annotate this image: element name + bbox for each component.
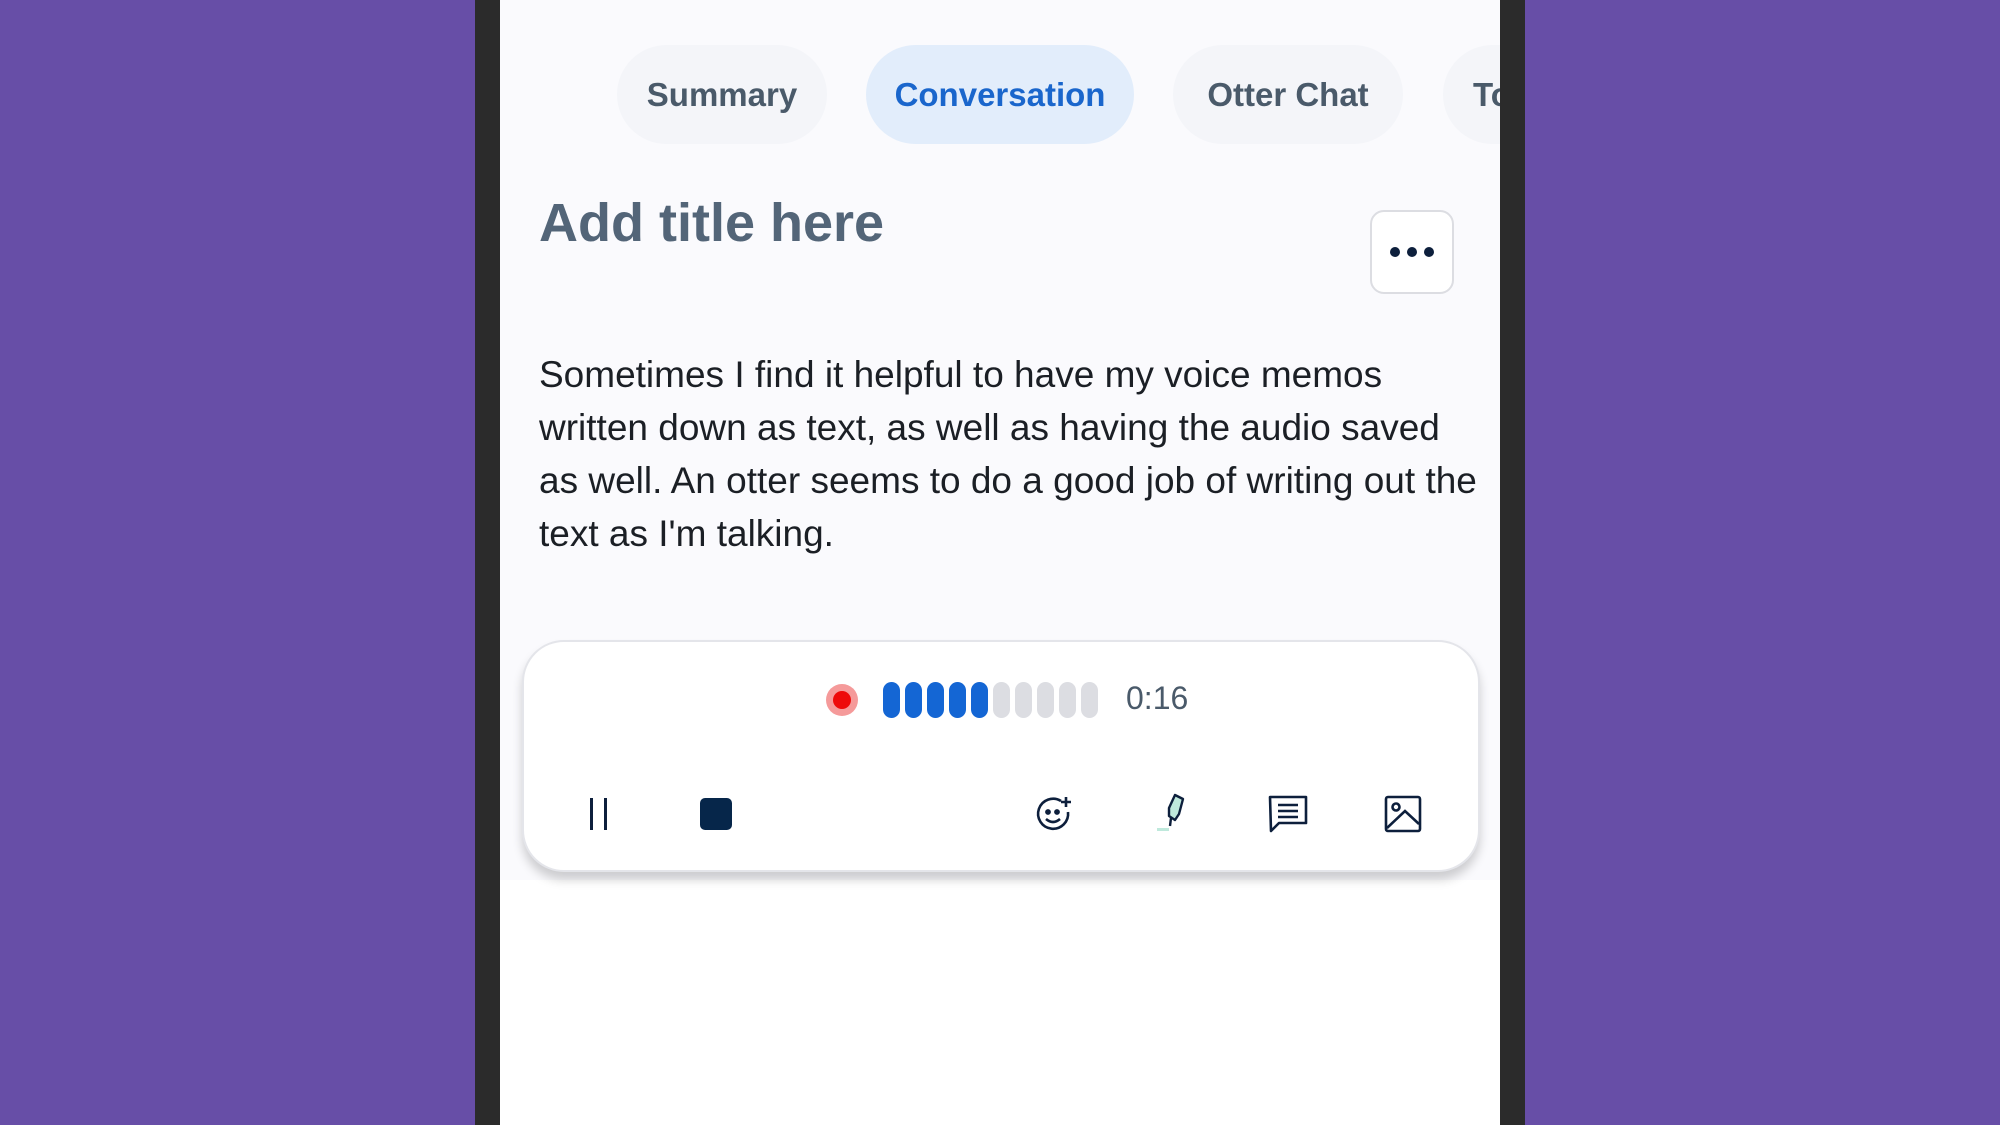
phone-screen: Summary Conversation Otter Chat To Add t… [500, 0, 1500, 1125]
tab-conversation[interactable]: Conversation [866, 45, 1134, 144]
level-bar-active [905, 682, 922, 718]
level-bar-inactive [993, 682, 1010, 718]
level-bar-inactive [1081, 682, 1098, 718]
tab-summary[interactable]: Summary [617, 45, 827, 144]
recording-indicator-icon [826, 684, 858, 716]
more-dot [1390, 247, 1400, 257]
more-dot [1407, 247, 1417, 257]
audio-level-meter [883, 682, 1098, 718]
transcript-text: Sometimes I find it helpful to have my v… [539, 354, 1477, 554]
level-bar-inactive [1037, 682, 1054, 718]
tab-otter-chat[interactable]: Otter Chat [1173, 45, 1403, 144]
stop-icon[interactable] [694, 792, 738, 836]
level-bar-active [971, 682, 988, 718]
more-dot [1424, 247, 1434, 257]
pause-icon[interactable] [577, 792, 621, 836]
highlight-icon[interactable] [1151, 792, 1195, 836]
tab-partial[interactable]: To [1443, 45, 1500, 144]
level-bar-active [927, 682, 944, 718]
image-icon[interactable] [1381, 792, 1425, 836]
tab-label: To [1473, 75, 1500, 113]
more-options-button[interactable] [1370, 210, 1454, 294]
tab-label: Conversation [894, 75, 1106, 113]
add-emoji-icon[interactable] [1032, 792, 1076, 836]
level-bar-inactive [1059, 682, 1076, 718]
comment-icon[interactable] [1266, 792, 1310, 836]
blank-area [500, 880, 1500, 1125]
level-bar-inactive [1015, 682, 1032, 718]
title-input[interactable]: Add title here [539, 192, 884, 254]
level-bar-active [883, 682, 900, 718]
recorder-panel: 0:16 [522, 640, 1480, 872]
tab-label: Summary [646, 75, 798, 113]
elapsed-time: 0:16 [1126, 680, 1189, 716]
tab-label: Otter Chat [1207, 75, 1369, 113]
level-bar-active [949, 682, 966, 718]
